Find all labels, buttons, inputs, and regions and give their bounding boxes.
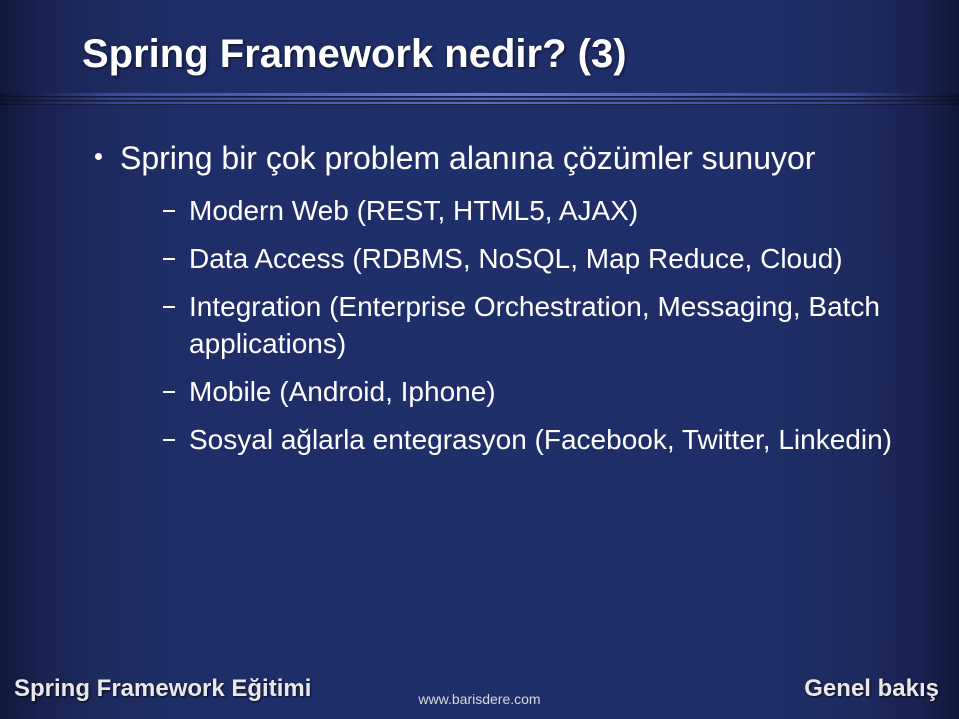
- dash-icon: [163, 391, 175, 393]
- dash-icon: [163, 306, 175, 308]
- sub-list: Modern Web (REST, HTML5, AJAX) Data Acce…: [163, 192, 899, 459]
- dash-icon: [163, 258, 175, 260]
- bullet-text: Spring bir çok problem alanına çözümler …: [120, 138, 815, 178]
- sub-item: Sosyal ağlarla entegrasyon (Facebook, Tw…: [163, 421, 899, 459]
- slide-content: Spring bir çok problem alanına çözümler …: [95, 138, 899, 469]
- sub-text: Data Access (RDBMS, NoSQL, Map Reduce, C…: [189, 240, 843, 278]
- sub-item: Modern Web (REST, HTML5, AJAX): [163, 192, 899, 230]
- sub-text: Mobile (Android, Iphone): [189, 373, 496, 411]
- sub-item: Integration (Enterprise Orchestration, M…: [163, 288, 899, 364]
- dash-icon: [163, 439, 175, 441]
- sub-item: Mobile (Android, Iphone): [163, 373, 899, 411]
- footer-left: Spring Framework Eğitimi: [14, 675, 311, 703]
- slide-title: Spring Framework nedir? (3): [82, 32, 627, 77]
- sub-text: Sosyal ağlarla entegrasyon (Facebook, Tw…: [189, 421, 892, 459]
- footer-right: Genel bakış: [804, 675, 939, 703]
- dash-icon: [163, 210, 175, 212]
- divider-lines: [0, 93, 959, 106]
- bullet-dot-icon: [95, 153, 102, 160]
- sub-text: Modern Web (REST, HTML5, AJAX): [189, 192, 638, 230]
- bullet-item: Spring bir çok problem alanına çözümler …: [95, 138, 899, 178]
- footer-center: www.barisdere.com: [418, 691, 540, 707]
- sub-text: Integration (Enterprise Orchestration, M…: [189, 288, 899, 364]
- sub-item: Data Access (RDBMS, NoSQL, Map Reduce, C…: [163, 240, 899, 278]
